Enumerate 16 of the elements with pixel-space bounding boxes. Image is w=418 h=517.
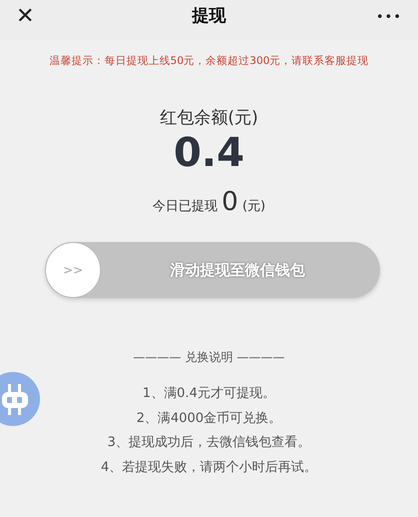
slider-label: 滑动提现至微信钱包 xyxy=(169,261,305,280)
close-button[interactable]: ✕ xyxy=(12,2,38,32)
rule-text: 3、提现成功后，去微信钱包查看。 xyxy=(107,435,311,450)
page-title: 提现 xyxy=(192,5,226,28)
rule-text: 1、满0.4元才可提现。 xyxy=(142,386,276,402)
rule-text: 4、若提现失败，请两个小时后再试。 xyxy=(100,460,318,475)
balance-amount: 0.4 xyxy=(174,130,244,176)
notice-text: 温馨提示：每日提现上线50元，余额超过300元，请联系客服提现 xyxy=(49,55,369,67)
rules-title: ———— 兑换说明 ———— xyxy=(133,350,285,364)
balance-label: 红包余额(元) xyxy=(160,108,258,128)
floating-robot-icon[interactable] xyxy=(0,372,40,426)
today-label: 今日已提现 xyxy=(152,199,218,214)
today-unit: (元) xyxy=(242,199,266,214)
today-amount: 0 xyxy=(222,187,238,218)
rule-text: 2、满4000金币可兑换。 xyxy=(136,410,282,426)
more-button[interactable]: ••• xyxy=(370,2,408,34)
